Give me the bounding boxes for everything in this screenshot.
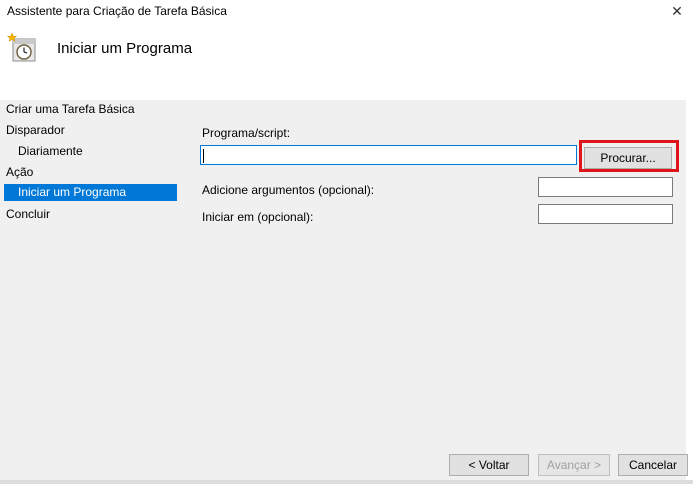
program-script-input[interactable] — [200, 145, 577, 165]
nav-item-trigger: Disparador — [6, 123, 65, 137]
right-edge — [686, 100, 693, 484]
start-in-label: Iniciar em (opcional): — [202, 210, 314, 224]
bottom-edge — [0, 480, 693, 484]
nav-item-daily: Diariamente — [18, 144, 83, 158]
nav-item-create-basic-task: Criar uma Tarefa Básica — [6, 102, 135, 116]
nav-item-action: Ação — [6, 165, 34, 179]
highlight-box — [579, 140, 679, 172]
nav-item-finish: Concluir — [6, 207, 51, 221]
window-title: Assistente para Criação de Tarefa Básica — [7, 4, 227, 18]
arguments-label: Adicione argumentos (opcional): — [202, 183, 375, 197]
title-bar: Assistente para Criação de Tarefa Básica… — [0, 0, 693, 24]
nav-item-start-program: Iniciar um Programa — [4, 184, 177, 201]
cancel-button[interactable]: Cancelar — [618, 454, 688, 476]
page-title: Iniciar um Programa — [57, 40, 193, 57]
next-button[interactable]: Avançar > — [538, 454, 610, 476]
close-icon[interactable]: ✕ — [663, 0, 691, 22]
task-scheduler-clock-icon — [7, 32, 36, 62]
start-in-input[interactable] — [538, 204, 673, 224]
wizard-header: Iniciar um Programa — [0, 24, 693, 100]
arguments-input[interactable] — [538, 177, 673, 197]
program-script-label: Programa/script: — [202, 126, 291, 140]
back-button[interactable]: < Voltar — [449, 454, 529, 476]
text-caret — [203, 149, 204, 163]
